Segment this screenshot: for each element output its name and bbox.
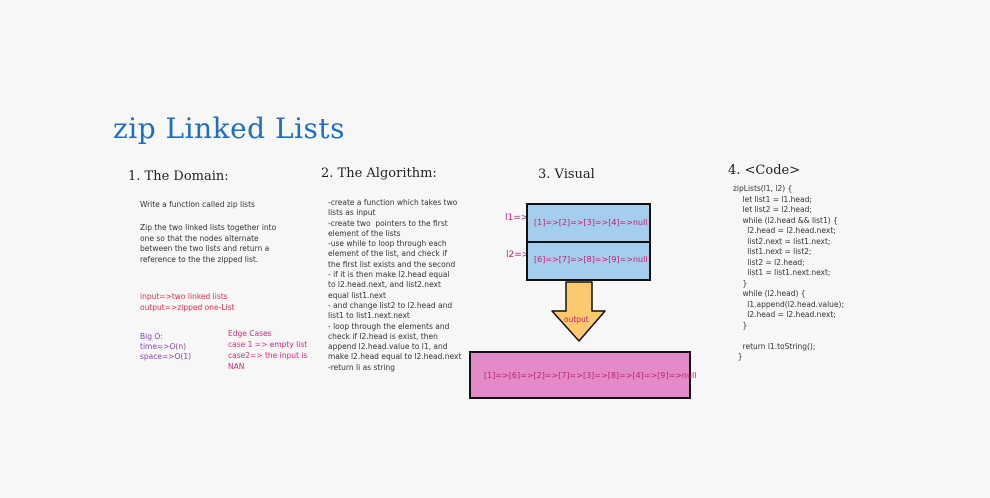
- list2-box: [6]=>[7]=>[8]=>[9]=>null: [526, 241, 651, 281]
- down-arrow-icon: [551, 281, 606, 342]
- list1-box: [1]=>[2]=>[3]=>[4]=>null: [526, 203, 651, 243]
- domain-intro: Write a function called zip lists: [140, 200, 255, 209]
- code-heading: 4. <Code>: [728, 163, 801, 178]
- l1-label: l1=>: [505, 213, 529, 223]
- output-nodes: [1]=>[6]=>[2]=>[7]=>[3]=>[8]=>[4]=>[9]=>…: [484, 371, 697, 380]
- visual-heading: 3. Visual: [538, 167, 595, 182]
- bigo-title: Big O:: [140, 332, 163, 341]
- edge-case-1: case 1 => empty list: [228, 340, 308, 349]
- page-title: zip Linked Lists: [113, 112, 346, 145]
- bigo-time: time=>O(n): [140, 342, 187, 351]
- list1-nodes: [1]=>[2]=>[3]=>[4]=>null: [534, 218, 648, 227]
- edge-case-2: case2=> the input is NAN: [228, 351, 308, 371]
- list2-nodes: [6]=>[7]=>[8]=>[9]=>null: [534, 255, 648, 264]
- algorithm-text: -create a function which takes two lists…: [328, 198, 462, 372]
- domain-input: input=>two linked lists: [140, 292, 228, 301]
- bigo-space: space=>O(1): [140, 352, 192, 361]
- edge-title: Edge Cases: [228, 329, 272, 338]
- algorithm-heading: 2. The Algorithm:: [321, 166, 437, 181]
- arrow-label: output: [564, 315, 589, 324]
- domain-heading: 1. The Domain:: [128, 169, 229, 184]
- domain-description: Zip the two linked lists together into o…: [140, 223, 277, 264]
- domain-output: output=>zipped one-List: [140, 303, 235, 312]
- output-box: [1]=>[6]=>[2]=>[7]=>[3]=>[8]=>[4]=>[9]=>…: [469, 351, 697, 399]
- code-text: zipLists(l1, l2) { let list1 = l1.head; …: [733, 184, 845, 361]
